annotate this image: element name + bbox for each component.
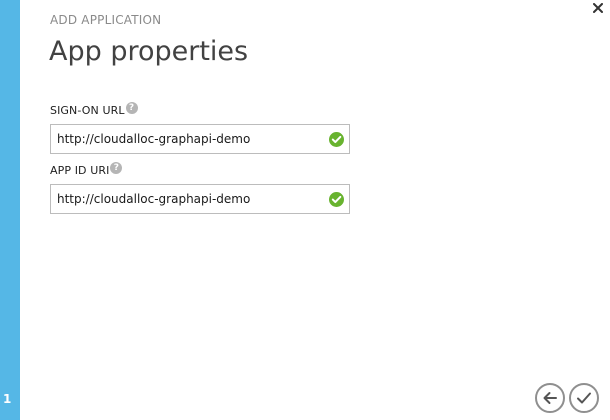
check-circle-icon [329, 132, 344, 147]
back-button[interactable] [535, 383, 565, 413]
app-id-uri-label-text: APP ID URI [50, 164, 110, 177]
app-id-uri-input[interactable] [51, 185, 327, 213]
step-number: 1 [3, 392, 12, 406]
complete-button[interactable] [569, 383, 599, 413]
page-title: App properties [49, 36, 249, 67]
app-id-uri-label: APP ID URI ? [50, 161, 123, 177]
app-id-uri-field [50, 184, 350, 214]
add-application-dialog: 1 ADD APPLICATION App properties SIGN-ON… [0, 0, 610, 420]
question-icon[interactable]: ? [110, 161, 123, 174]
sign-on-url-label: SIGN-ON URL ? [50, 101, 138, 117]
sign-on-url-input[interactable] [51, 125, 327, 153]
sign-on-url-field [50, 124, 350, 154]
question-icon[interactable]: ? [125, 101, 138, 114]
wizard-eyebrow: ADD APPLICATION [50, 13, 162, 27]
wizard-step-bar: 1 [0, 0, 20, 420]
check-circle-icon [329, 192, 344, 207]
arrow-left-icon [543, 392, 557, 404]
close-button[interactable] [590, 0, 606, 16]
sign-on-url-label-text: SIGN-ON URL [50, 104, 125, 117]
checkmark-icon [577, 392, 591, 404]
close-icon [593, 3, 603, 13]
